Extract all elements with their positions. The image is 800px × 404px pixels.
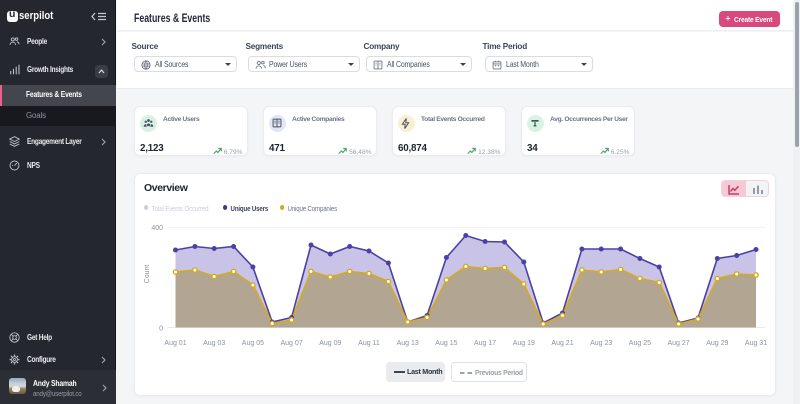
svg-text:Aug 13: Aug 13	[397, 340, 419, 347]
svg-text:Aug 27: Aug 27	[668, 340, 690, 347]
svg-text:Aug 25: Aug 25	[629, 340, 651, 347]
svg-text:Aug 17: Aug 17	[474, 340, 496, 347]
svg-text:Count: Count	[144, 265, 151, 284]
svg-text:Aug 01: Aug 01	[164, 340, 186, 347]
svg-text:Aug 07: Aug 07	[281, 340, 303, 347]
svg-text:Aug 31: Aug 31	[745, 340, 767, 347]
svg-text:Aug 19: Aug 19	[513, 340, 535, 347]
svg-text:Aug 21: Aug 21	[551, 340, 573, 347]
svg-text:Aug 03: Aug 03	[203, 340, 225, 347]
svg-text:Aug 29: Aug 29	[706, 340, 728, 347]
svg-text:400: 400	[151, 225, 163, 232]
svg-text:Aug 23: Aug 23	[590, 340, 612, 347]
svg-text:0: 0	[159, 326, 163, 333]
svg-text:Aug 15: Aug 15	[435, 340, 457, 347]
svg-text:Aug 05: Aug 05	[242, 340, 264, 347]
svg-text:Aug 09: Aug 09	[319, 340, 341, 347]
svg-text:Aug 11: Aug 11	[358, 340, 380, 347]
